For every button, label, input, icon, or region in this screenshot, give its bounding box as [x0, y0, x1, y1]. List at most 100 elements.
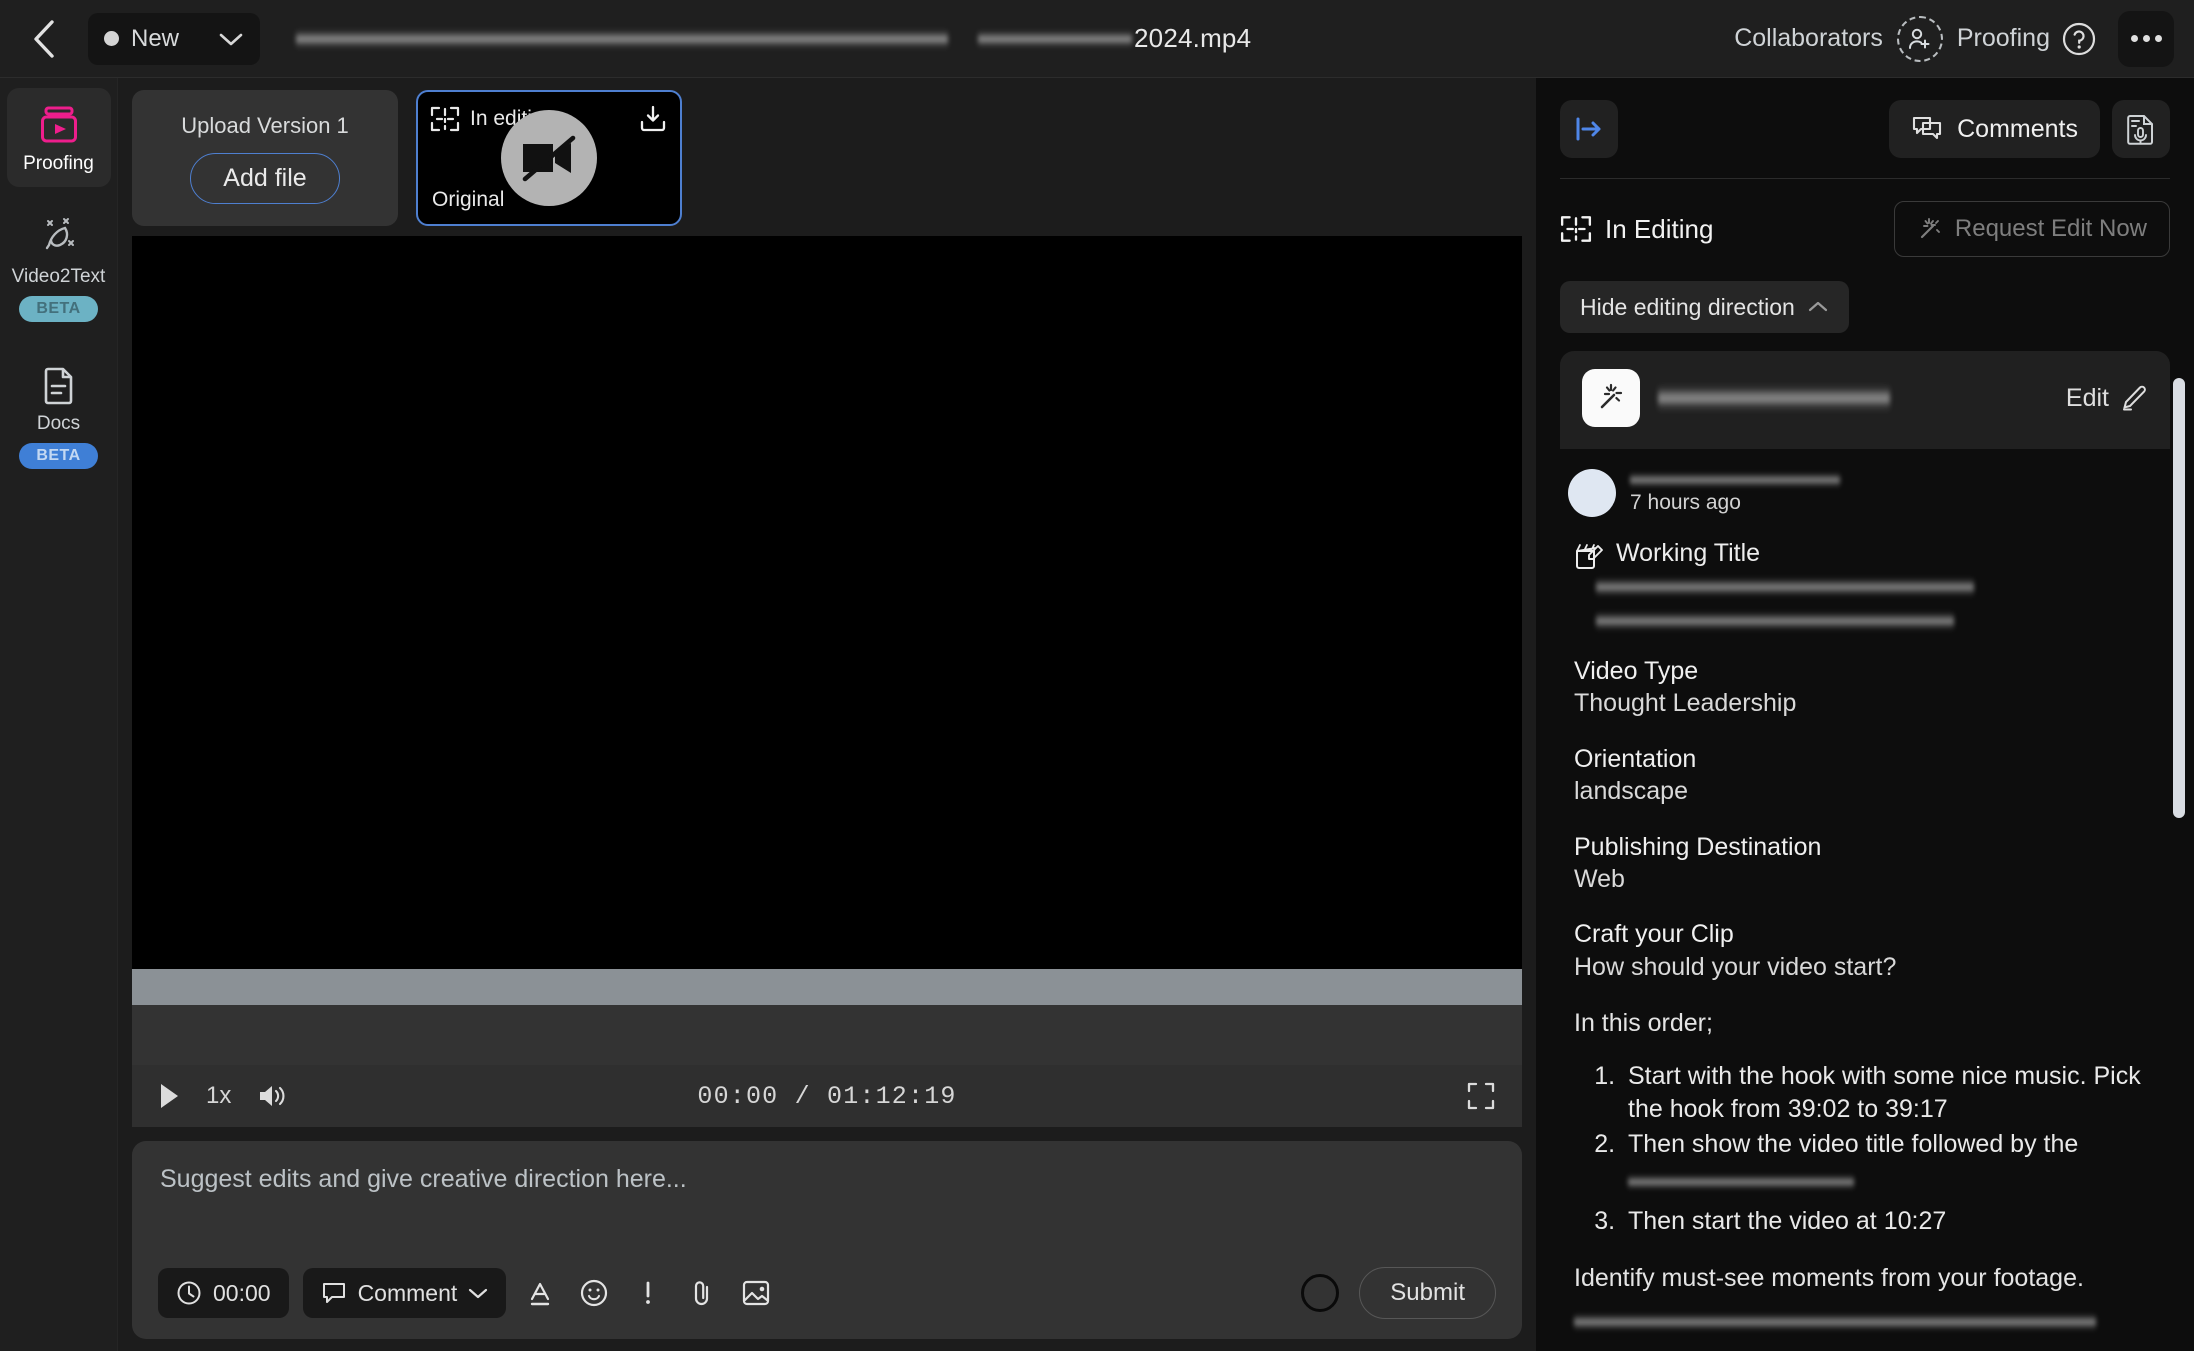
brief-field-value: landscape	[1574, 777, 1688, 805]
list-item: Then start the video at 10:27	[1622, 1205, 2164, 1238]
redaction-bar	[1596, 610, 1954, 632]
list-item: Then show the video title followed by th…	[1622, 1128, 2164, 1191]
image-button[interactable]	[736, 1273, 776, 1313]
magic-feather-icon	[45, 217, 74, 250]
comment-type-dropdown[interactable]: Comment	[302, 1268, 507, 1318]
list-item: Start with the hook with some nice music…	[1622, 1060, 2164, 1126]
player-controls: 1x 00:00 / 01:12:19	[132, 1065, 1522, 1127]
upload-version-title: Upload Version 1	[181, 112, 349, 138]
working-title-row: Working Title	[1574, 539, 2164, 570]
magic-wand-icon	[1920, 218, 1940, 239]
fullscreen-button[interactable]	[1466, 1081, 1496, 1111]
author-meta: 7 hours ago	[1630, 471, 1840, 515]
top-bar: New 2024.mp4 Collaborators Proofing	[0, 0, 2194, 78]
more-dot	[2154, 35, 2162, 42]
magic-wand-icon	[1600, 383, 1623, 409]
timestamp-value: 00:00	[213, 1279, 271, 1306]
right-panel-scrollbar[interactable]	[2173, 378, 2185, 818]
text-format-button[interactable]	[520, 1273, 560, 1313]
status-dropdown[interactable]: New	[88, 12, 260, 65]
user-plus-icon	[1908, 28, 1930, 49]
seek-bar[interactable]	[132, 969, 1522, 1005]
hide-editing-direction-label: Hide editing direction	[1580, 293, 1795, 320]
editing-brief: Working Title Video Type Thought Leaders…	[1536, 517, 2194, 1351]
brief-field-value: How should your video start?	[1574, 952, 1897, 981]
must-see-prompt: Identify must-see moments from your foot…	[1574, 1263, 2084, 1292]
download-icon[interactable]	[638, 104, 668, 134]
sidebar-item-docs[interactable]: Docs BETA	[7, 348, 111, 481]
chevron-up-icon	[1808, 301, 1827, 312]
step-text: Then show the video title followed by th…	[1628, 1129, 2079, 1158]
must-see-redacted	[1574, 1312, 2096, 1332]
video-stage[interactable]	[132, 236, 1522, 969]
left-rail: Proofing Video2Text BETA Docs BETA	[0, 78, 118, 1351]
status-dot	[104, 31, 119, 46]
current-version-card[interactable]: In editing Original	[416, 90, 682, 226]
sidebar-item-label: Video2Text	[11, 265, 106, 287]
direction-title-redacted	[1658, 383, 1890, 413]
timeline-track[interactable]	[132, 1005, 1522, 1065]
upload-version-card[interactable]: Upload Version 1 Add file	[132, 90, 398, 226]
sidebar-item-label: Docs	[36, 412, 81, 434]
brief-field-key: Publishing Destination	[1574, 832, 1822, 861]
request-edit-button[interactable]: Request Edit Now	[1893, 201, 2170, 257]
filename-prefix-redacted	[978, 28, 1132, 49]
sidebar-item-proofing[interactable]: Proofing	[6, 88, 111, 187]
timecode-display: 00:00 / 01:12:19	[697, 1081, 957, 1111]
play-button[interactable]	[158, 1082, 180, 1110]
attachment-icon	[695, 1281, 709, 1306]
collaborators-label[interactable]: Collaborators	[1734, 24, 1883, 53]
more-options-button[interactable]	[2118, 10, 2174, 67]
brief-field-value: Web	[1574, 864, 1625, 893]
timestamp-chip[interactable]: 00:00	[158, 1268, 289, 1318]
comments-tab-button[interactable]: Comments	[1889, 100, 2100, 158]
emoji-button[interactable]	[574, 1273, 614, 1313]
current-version-label: Original	[432, 188, 505, 211]
status-toggle-circle[interactable]	[1301, 1274, 1340, 1312]
panel-collapse-right-icon	[1576, 117, 1601, 141]
clapperboard-icon	[1576, 544, 1603, 569]
transcript-button[interactable]	[2112, 100, 2170, 158]
brief-field-key: Video Type	[1574, 657, 1699, 685]
in-editing-icon	[1560, 216, 1592, 242]
working-title-value-redacted	[1596, 576, 2164, 632]
working-title-label: Working Title	[1616, 539, 1761, 567]
brief-field-key: Craft your Clip	[1574, 920, 1734, 949]
beta-badge: BETA	[19, 442, 98, 469]
volume-button[interactable]	[257, 1083, 287, 1109]
back-button[interactable]	[22, 17, 66, 61]
sidebar-item-video2text[interactable]: Video2Text BETA	[7, 201, 111, 334]
hide-editing-direction-button[interactable]: Hide editing direction	[1560, 281, 1849, 333]
priority-button[interactable]	[628, 1273, 668, 1313]
submit-button[interactable]: Submit	[1359, 1267, 1496, 1319]
brief-field: Orientation landscape	[1574, 744, 2164, 808]
brief-field: Video Type Thought Leadership	[1574, 656, 2164, 720]
question-circle-icon[interactable]	[2062, 22, 2096, 56]
file-name: 2024.mp4	[1134, 23, 1252, 53]
comments-tab-label: Comments	[1957, 114, 2078, 143]
attachment-button[interactable]	[682, 1273, 722, 1313]
chevron-down-icon	[219, 33, 243, 45]
edit-direction-button[interactable]: Edit	[2066, 384, 2148, 413]
comment-input[interactable]	[158, 1161, 1496, 1265]
proofing-mode-label: Proofing	[1956, 24, 2050, 52]
comment-composer: 00:00 Comment	[132, 1141, 1522, 1339]
add-collaborator-button[interactable]	[1896, 15, 1943, 62]
magic-wand-tile-icon	[1582, 369, 1640, 427]
clock-icon	[177, 1281, 201, 1305]
comment-bubble-icon	[322, 1283, 345, 1303]
redaction-bar	[1596, 576, 1974, 598]
project-name-redacted	[296, 27, 948, 50]
sidebar-item-label: Proofing	[23, 153, 94, 174]
direction-card-header: Edit	[1560, 351, 2170, 449]
direction-author-row: 7 hours ago	[1536, 449, 2194, 517]
author-time-ago: 7 hours ago	[1630, 491, 1741, 514]
direction-scroll-area[interactable]: Edit 7 hours ago Working Title Video Typ…	[1536, 333, 2194, 1351]
collapse-panel-button[interactable]	[1560, 100, 1618, 158]
fullscreen-icon	[1467, 1082, 1495, 1110]
video-proofing-icon	[40, 106, 77, 143]
add-file-button[interactable]: Add file	[190, 152, 340, 204]
composer-actions: Submit	[1301, 1267, 1496, 1319]
playback-speed-button[interactable]: 1x	[206, 1082, 231, 1110]
in-editing-icon	[430, 106, 460, 132]
